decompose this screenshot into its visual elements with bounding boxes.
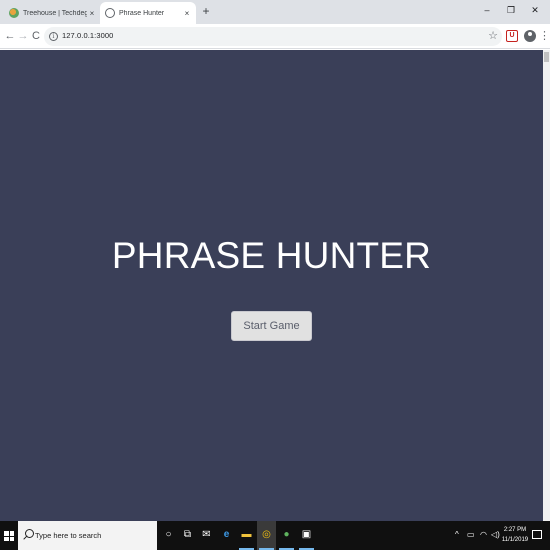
edge-icon[interactable]: e xyxy=(217,521,236,550)
start-button[interactable] xyxy=(0,521,18,550)
taskbar-search-box[interactable]: Type here to search xyxy=(18,521,157,550)
action-center-icon[interactable] xyxy=(532,530,542,539)
info-icon[interactable]: i xyxy=(49,32,58,41)
windows-logo-icon xyxy=(4,531,14,541)
mail-icon[interactable]: ✉ xyxy=(197,521,216,550)
edge-glyph: e xyxy=(223,529,230,540)
task-view-glyph: ⧉ xyxy=(183,529,192,540)
tab-title: Treehouse | Techdegree xyxy=(23,9,87,17)
file-explorer-glyph: ▬ xyxy=(241,529,252,540)
show-hidden-icons-chevron-icon[interactable]: ^ xyxy=(455,530,459,539)
task-view-icon[interactable]: ⧉ xyxy=(178,521,197,550)
forward-button[interactable]: → xyxy=(16,29,30,43)
bookmark-star-icon[interactable]: ☆ xyxy=(488,29,498,42)
tab-title: Phrase Hunter xyxy=(119,9,165,17)
search-placeholder: Type here to search xyxy=(35,531,102,540)
photos-glyph: ▣ xyxy=(301,529,312,540)
cortana-icon[interactable]: ○ xyxy=(159,521,178,550)
clock-date: 11/1/2019 xyxy=(501,537,529,543)
url-text[interactable]: 127.0.0.1:3000 xyxy=(62,31,113,40)
reload-button[interactable]: C xyxy=(29,29,43,43)
new-tab-button[interactable]: + xyxy=(199,4,213,18)
browser-menu-icon[interactable]: ⋮ xyxy=(539,29,550,43)
chrome-glyph: ◎ xyxy=(262,529,271,540)
wifi-icon[interactable]: ◠ xyxy=(480,530,487,539)
clock-time: 2:27 PM xyxy=(503,527,527,533)
tab-close-icon[interactable]: × xyxy=(181,9,193,18)
app-glyph: ● xyxy=(283,529,290,540)
page-scrollbar[interactable] xyxy=(543,50,550,521)
search-icon xyxy=(22,528,34,542)
app-icon[interactable]: ● xyxy=(277,521,296,550)
tab-phrase-hunter[interactable]: Phrase Hunter × xyxy=(100,2,196,24)
game-title: PHRASE HUNTER xyxy=(111,235,432,276)
treehouse-icon xyxy=(9,8,19,18)
system-clock[interactable]: 2:27 PM 11/1/2019 xyxy=(501,525,529,545)
battery-icon[interactable]: ▭ xyxy=(467,530,475,539)
tab-treehouse[interactable]: Treehouse | Techdegree × xyxy=(4,2,100,24)
volume-icon[interactable]: ◁) xyxy=(491,530,500,539)
window-close-button[interactable]: ✕ xyxy=(524,0,546,20)
tab-close-icon[interactable]: × xyxy=(87,9,97,18)
scrollbar-thumb[interactable] xyxy=(544,52,549,62)
restore-button[interactable]: ❐ xyxy=(500,0,522,20)
minimize-button[interactable]: – xyxy=(476,0,498,20)
chrome-icon[interactable]: ◎ xyxy=(257,521,276,550)
extension-icon[interactable]: U xyxy=(506,30,518,42)
back-button[interactable]: ← xyxy=(3,29,17,43)
photos-icon[interactable]: ▣ xyxy=(297,521,316,550)
windows-taskbar: Type here to search ○ ⧉ ✉ e ▬ ◎ ● ▣ ^ ▭ … xyxy=(0,521,550,550)
browser-toolbar: ← → C i 127.0.0.1:3000 ☆ xyxy=(0,24,550,49)
file-explorer-icon[interactable]: ▬ xyxy=(237,521,256,550)
game-page: PHRASE HUNTER Start Game xyxy=(0,50,543,521)
profile-avatar-icon[interactable] xyxy=(524,30,536,42)
tab-strip: Treehouse | Techdegree × Phrase Hunter ×… xyxy=(0,0,550,24)
cortana-glyph: ○ xyxy=(165,529,172,540)
address-bar[interactable]: i 127.0.0.1:3000 ☆ xyxy=(44,27,502,46)
start-game-button[interactable]: Start Game xyxy=(231,311,312,341)
mail-glyph: ✉ xyxy=(202,529,211,540)
globe-icon xyxy=(105,8,115,18)
